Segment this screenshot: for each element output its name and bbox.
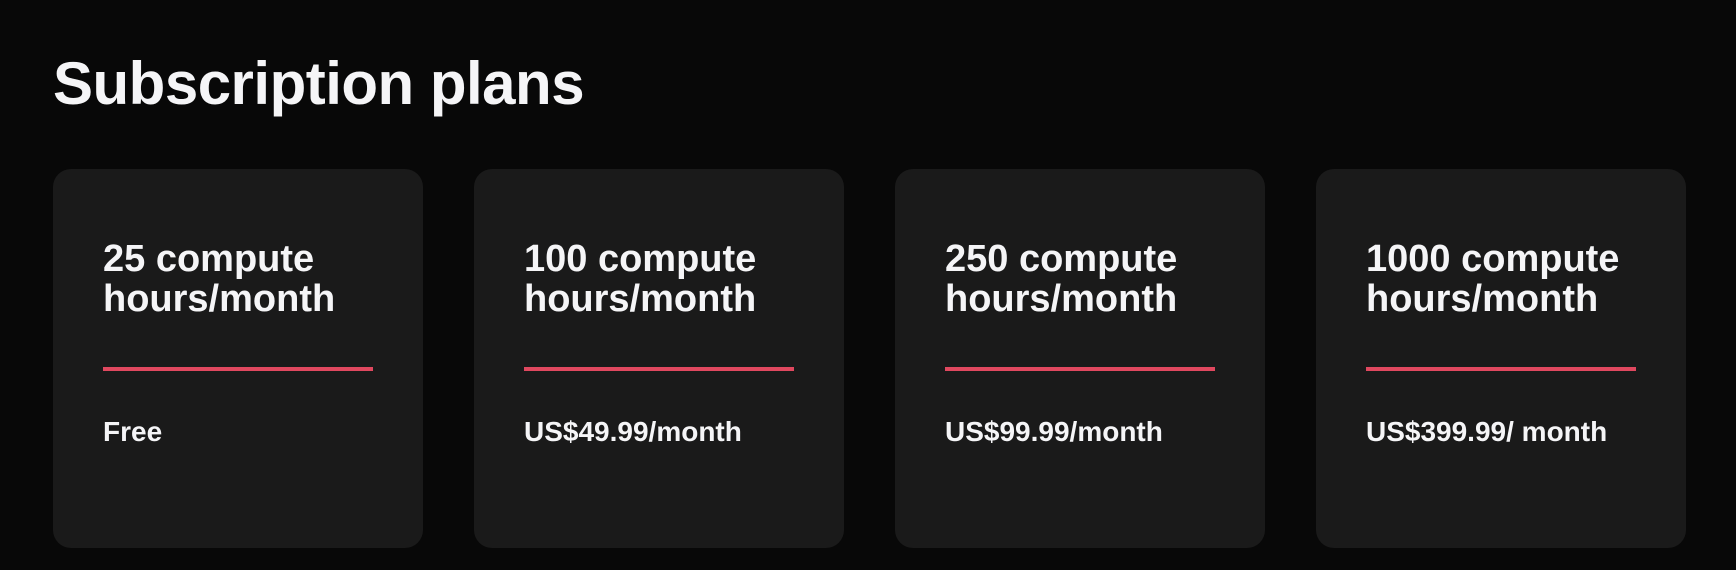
plan-card-250[interactable]: 250 compute hours/month US$99.99/month (895, 169, 1265, 548)
plan-title: 250 compute hours/month (945, 238, 1178, 320)
plan-cards: 25 compute hours/month Free 100 compute … (53, 169, 1686, 548)
plan-title: 1000 compute hours/month (1366, 238, 1620, 320)
plan-card-100[interactable]: 100 compute hours/month US$49.99/month (474, 169, 844, 548)
plan-title: 100 compute hours/month (524, 238, 757, 320)
plan-divider (103, 367, 373, 371)
plan-card-25[interactable]: 25 compute hours/month Free (53, 169, 423, 548)
plan-price: US$49.99/month (524, 416, 742, 447)
subscription-page: Subscription plans 25 compute hours/mont… (0, 0, 1736, 570)
plan-divider (1366, 367, 1636, 371)
plan-price: US$99.99/month (945, 416, 1163, 447)
plan-divider (524, 367, 794, 371)
plan-price: Free (103, 416, 163, 447)
page-title: Subscription plans (53, 50, 585, 117)
plan-price: US$399.99/ month (1366, 416, 1608, 447)
plan-divider (945, 367, 1215, 371)
plan-card-1000[interactable]: 1000 compute hours/month US$399.99/ mont… (1316, 169, 1686, 548)
plan-title: 25 compute hours/month (103, 238, 336, 320)
